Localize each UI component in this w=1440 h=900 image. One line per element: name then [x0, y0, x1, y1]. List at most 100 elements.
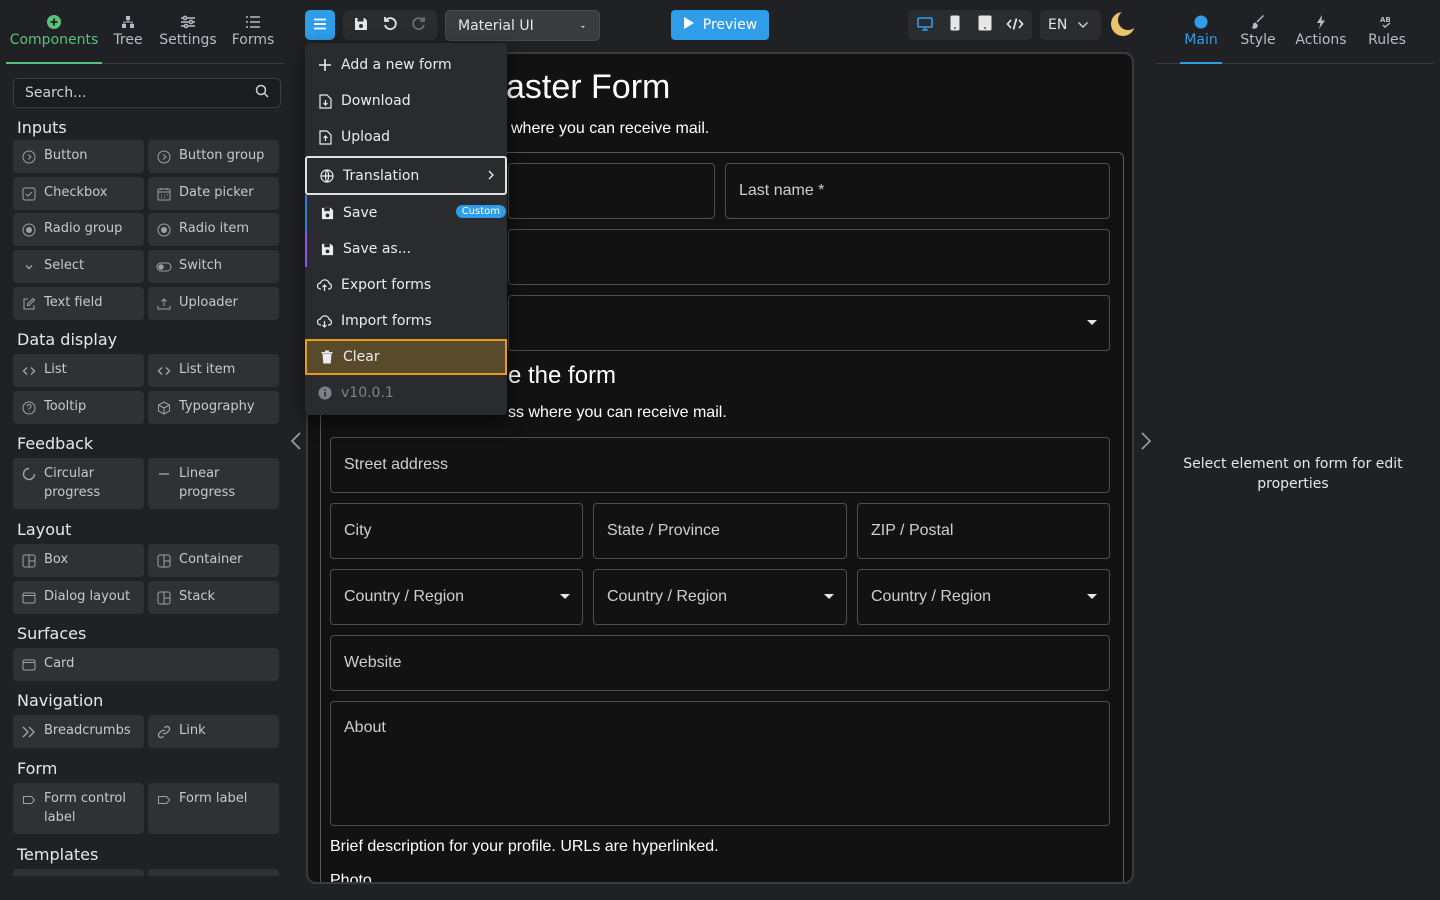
desktop-view-button[interactable] — [910, 10, 940, 40]
component-box[interactable]: Box — [13, 544, 144, 577]
component-typography[interactable]: Typography — [148, 391, 279, 424]
component-uploader-label: Uploader — [179, 295, 238, 311]
component-stack[interactable]: Stack — [148, 581, 279, 614]
component-date-picker-label: Date picker — [179, 185, 254, 201]
menu-item-import-forms[interactable]: Import forms — [305, 303, 507, 339]
plus-icon — [317, 57, 333, 73]
component-radio-group-label: Radio group — [44, 221, 123, 237]
component-circular-progress[interactable]: Circular progress — [13, 458, 144, 509]
device-switcher — [908, 10, 1032, 40]
component-form-control-label-label: Form control label — [44, 790, 126, 825]
caret-down-icon — [824, 594, 834, 599]
search-input[interactable]: Search... — [13, 78, 281, 108]
menu-item-save[interactable]: Save Custom — [305, 195, 507, 231]
tab-style[interactable]: Style — [1240, 8, 1276, 63]
photo-label: Photo — [330, 872, 372, 884]
tab-rules[interactable]: AB Rules — [1367, 8, 1407, 63]
state-field[interactable]: State / Province — [593, 503, 847, 559]
menu-item-save-as[interactable]: Save as... — [305, 231, 507, 267]
street-address-field[interactable]: Street address — [330, 437, 1110, 493]
components-list[interactable]: Inputs Button Button group Checkbox Date… — [0, 112, 290, 876]
menu-item-add-new-form[interactable]: Add a new form — [305, 47, 507, 83]
collapse-right-button[interactable] — [1136, 431, 1156, 455]
component-card[interactable]: Card — [13, 648, 279, 681]
component-date-picker[interactable]: Date picker — [148, 177, 279, 210]
component-template[interactable] — [148, 869, 279, 876]
tablet-view-button[interactable] — [970, 10, 1000, 40]
component-container[interactable]: Container — [148, 544, 279, 577]
tab-actions-label: Actions — [1295, 32, 1347, 48]
component-breadcrumbs[interactable]: Breadcrumbs — [13, 715, 144, 748]
chevron-right-icon — [1140, 431, 1152, 455]
component-switch-label: Switch — [179, 258, 222, 274]
component-text-field[interactable]: Text field — [13, 287, 144, 320]
redo-icon — [411, 15, 427, 35]
component-form-label[interactable]: Form label — [148, 783, 279, 834]
layout-icon — [156, 553, 172, 569]
component-list-item[interactable]: List item — [148, 354, 279, 387]
component-select[interactable]: Select — [13, 250, 144, 283]
theme-toggle-moon-icon[interactable] — [1111, 10, 1138, 36]
about-field[interactable]: About — [330, 701, 1110, 826]
menu-item-clear[interactable]: Clear — [305, 339, 507, 375]
ui-library-select[interactable]: Material UI — [445, 10, 600, 41]
component-template[interactable] — [13, 869, 144, 876]
component-link[interactable]: Link — [148, 715, 279, 748]
component-tooltip[interactable]: Tooltip — [13, 391, 144, 424]
code-view-button[interactable] — [1000, 10, 1030, 40]
component-uploader[interactable]: Uploader — [148, 287, 279, 320]
edit-icon — [21, 296, 37, 312]
cube-icon — [156, 400, 172, 416]
component-radio-item[interactable]: Radio item — [148, 213, 279, 246]
select-field[interactable] — [508, 295, 1110, 351]
preview-button[interactable]: Preview — [671, 10, 769, 40]
tab-components[interactable]: Components — [6, 8, 102, 64]
website-field[interactable]: Website — [330, 635, 1110, 691]
component-form-control-label[interactable]: Form control label — [13, 783, 144, 834]
mobile-view-button[interactable] — [940, 10, 970, 40]
button-icon — [21, 149, 37, 165]
zip-field[interactable]: ZIP / Postal — [857, 503, 1110, 559]
section-surfaces: Surfaces — [17, 624, 87, 643]
info-icon — [317, 385, 333, 401]
first-name-field[interactable] — [508, 163, 715, 219]
tab-tree-label: Tree — [113, 32, 143, 48]
file-upload-icon — [317, 129, 333, 145]
tree-icon — [121, 12, 135, 32]
country-select-3[interactable]: Country / Region — [857, 569, 1110, 625]
component-switch[interactable]: Switch — [148, 250, 279, 283]
component-radio-group[interactable]: Radio group — [13, 213, 144, 246]
component-button[interactable]: Button — [13, 140, 144, 173]
component-list[interactable]: List — [13, 354, 144, 387]
language-select[interactable]: EN — [1040, 10, 1101, 40]
tab-tree[interactable]: Tree — [102, 8, 154, 63]
collapse-left-button[interactable] — [286, 431, 306, 455]
undo-button[interactable] — [376, 10, 404, 40]
trash-icon — [319, 349, 335, 365]
tab-actions[interactable]: Actions — [1295, 8, 1347, 63]
redo-button[interactable] — [405, 10, 433, 40]
email-field[interactable] — [508, 229, 1110, 285]
component-linear-progress[interactable]: Linear progress — [148, 458, 279, 509]
component-checkbox[interactable]: Checkbox — [13, 177, 144, 210]
about-helper-text: Brief description for your profile. URLs… — [330, 838, 719, 855]
tab-main[interactable]: Main — [1180, 8, 1222, 64]
save-toolbar-button[interactable] — [347, 10, 375, 40]
city-field[interactable]: City — [330, 503, 583, 559]
menu-button[interactable] — [305, 10, 335, 40]
last-name-field[interactable]: Last name * — [725, 163, 1110, 219]
menu-item-download[interactable]: Download — [305, 83, 507, 119]
component-dialog-layout[interactable]: Dialog layout — [13, 581, 144, 614]
component-text-field-label: Text field — [44, 295, 103, 311]
menu-item-export-forms-label: Export forms — [341, 277, 432, 293]
menu-item-translation[interactable]: Translation — [305, 156, 507, 195]
component-button-group[interactable]: Button group — [148, 140, 279, 173]
country-select-1[interactable]: Country / Region — [330, 569, 583, 625]
country-select-2[interactable]: Country / Region — [593, 569, 847, 625]
tab-settings[interactable]: Settings — [154, 8, 222, 63]
circle-icon — [1194, 12, 1208, 32]
menu-item-export-forms[interactable]: Export forms — [305, 267, 507, 303]
tab-forms[interactable]: Forms — [222, 8, 284, 63]
component-list-label: List — [44, 362, 67, 378]
menu-item-upload[interactable]: Upload — [305, 119, 507, 155]
